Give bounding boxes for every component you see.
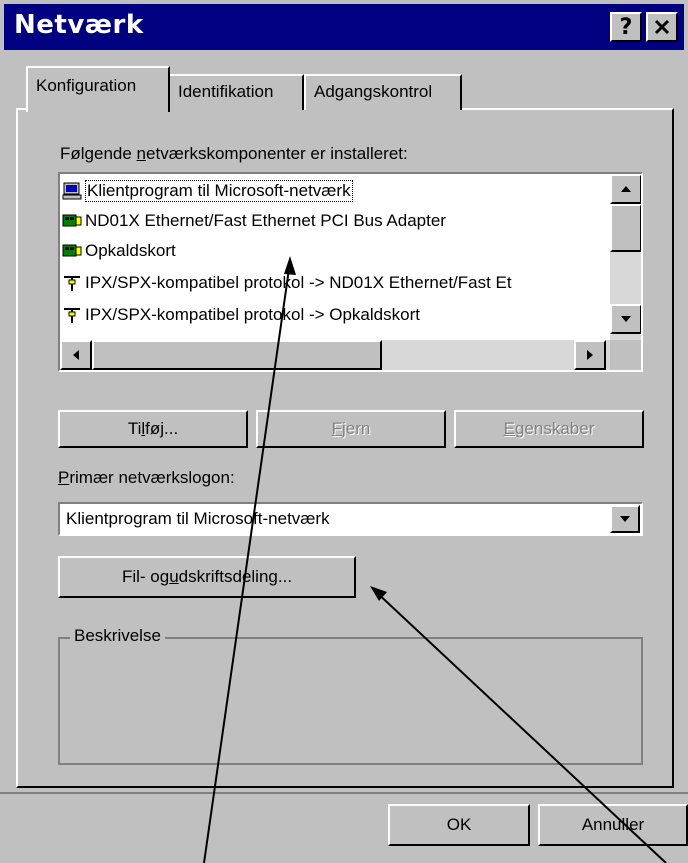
arrow-head-list	[284, 256, 296, 275]
annotation-arrows	[203, 256, 667, 863]
network-dialog: Netværk ? Identifikation Adgangskontrol …	[0, 0, 688, 863]
